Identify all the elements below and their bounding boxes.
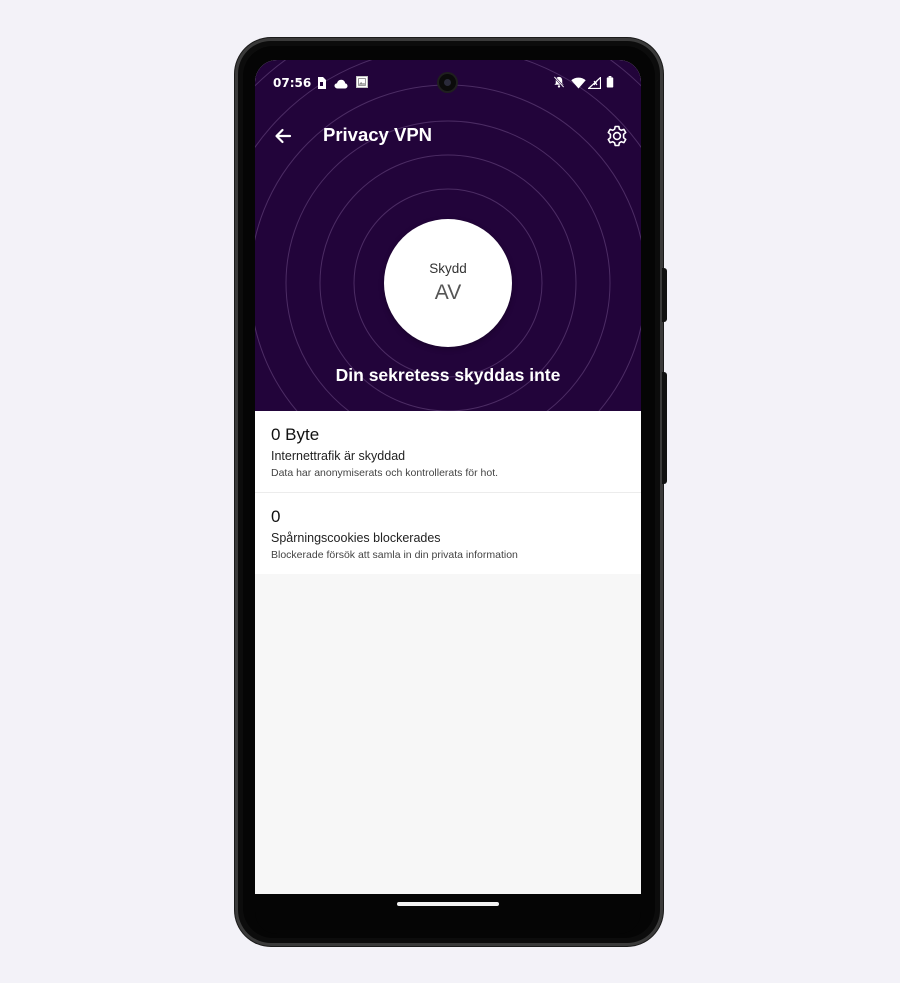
cloud-icon [334, 79, 348, 89]
battery-icon [606, 76, 614, 88]
phone-frame: 07:56 Privacy VPN Skydd AV Din sekretess… [235, 38, 667, 946]
volume-button [662, 372, 667, 484]
app-bar: Privacy VPN [255, 112, 641, 160]
stat-value: 0 Byte [271, 425, 320, 444]
protection-state: AV [434, 281, 462, 304]
back-button[interactable] [269, 122, 297, 150]
power-button [662, 268, 667, 322]
status-time: 07:56 [273, 76, 312, 90]
stat-title: Spårningscookies blockerades [271, 531, 441, 545]
phone-screen: 07:56 Privacy VPN Skydd AV Din sekretess… [255, 60, 641, 894]
home-gesture-handle[interactable] [397, 902, 499, 906]
front-camera [439, 74, 456, 91]
bell-off-icon [553, 76, 565, 88]
privacy-status-message: Din sekretess skyddas inte [335, 365, 561, 385]
status-bar: 07:56 [255, 60, 641, 108]
settings-button[interactable] [603, 122, 631, 150]
gear-icon [607, 125, 627, 147]
vpn-hero-panel: 07:56 Privacy VPN Skydd AV Din sekretess… [255, 60, 641, 411]
stat-title: Internettrafik är skyddad [271, 449, 406, 463]
stat-description: Data har anonymiserats och kontrollerats… [271, 467, 499, 479]
navigation-bar [255, 894, 641, 934]
protection-toggle-button[interactable]: Skydd AV [384, 219, 512, 347]
protection-label: Skydd [429, 261, 467, 276]
page-title: Privacy VPN [323, 124, 433, 145]
stat-card-cookies: 0 Spårningscookies blockerades Blockerad… [255, 493, 641, 574]
signal-icon [588, 77, 601, 89]
photo-icon [356, 76, 368, 88]
stat-value: 0 [271, 507, 281, 526]
stat-card-traffic: 0 Byte Internettrafik är skyddad Data ha… [255, 411, 641, 493]
arrow-left-icon [275, 128, 292, 144]
wifi-icon [571, 77, 586, 89]
sim-card-icon [318, 77, 326, 89]
stat-description: Blockerade försök att samla in din priva… [271, 549, 518, 561]
